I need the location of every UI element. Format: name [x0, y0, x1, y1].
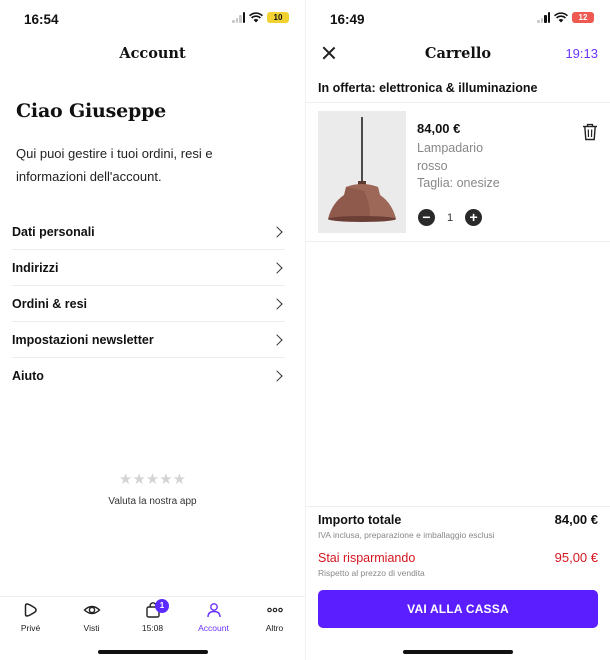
quantity-stepper: − 1 + [418, 209, 483, 226]
order-summary: Importo totale 84,00 € IVA inclusa, prep… [318, 512, 598, 578]
divider [306, 241, 610, 242]
total-row: Importo totale 84,00 € [318, 512, 598, 527]
status-bar: 16:49 12 [306, 0, 610, 36]
total-note: IVA inclusa, preparazione e imballaggio … [318, 530, 495, 540]
saving-value: 95,00 € [554, 550, 598, 565]
increase-quantity-button[interactable]: + [465, 209, 483, 226]
status-bar: 16:54 10 [0, 0, 305, 36]
chevron-right-icon [271, 333, 283, 346]
product-name: Lampadario [417, 141, 484, 155]
battery-icon: 10 [267, 12, 289, 23]
tab-bar: Privé Visti 1 15:08 Account Altro [0, 596, 305, 636]
saving-label: Stai risparmiando [318, 551, 416, 565]
saving-note: Rispetto al prezzo di vendita [318, 568, 425, 578]
menu-item-personal-data[interactable]: Dati personali [12, 214, 285, 250]
menu-item-newsletter-settings[interactable]: Impostazioni newsletter [12, 322, 285, 358]
account-screen: 16:54 10 Account Ciao Giuseppe Qui puoi … [0, 0, 305, 660]
wifi-icon [554, 12, 568, 23]
cart-item: 84,00 € Lampadario rosso Taglia: onesize… [318, 111, 598, 233]
tab-label: 15:08 [141, 623, 164, 633]
decrease-quantity-button[interactable]: − [418, 209, 435, 226]
greeting-heading: Ciao Giuseppe [16, 100, 167, 122]
battery-icon: 12 [572, 12, 594, 23]
account-menu: Dati personali Indirizzi Ordini & resi I… [12, 214, 285, 394]
divider [306, 102, 610, 103]
home-indicator[interactable] [97, 650, 208, 654]
status-icons: 10 [232, 12, 289, 23]
menu-item-orders-returns[interactable]: Ordini & resi [12, 286, 285, 322]
signal-icon [537, 12, 550, 23]
menu-item-label: Impostazioni newsletter [12, 332, 154, 347]
tab-label: Privé [20, 623, 41, 633]
wifi-icon [249, 12, 263, 23]
tab-label: Visti [83, 623, 100, 633]
total-value: 84,00 € [554, 512, 598, 527]
cart-screen: 16:49 12 Carrello 19:13 In offerta: elet… [305, 0, 610, 660]
person-icon [206, 603, 221, 618]
app-rating: ★★★★★ Valuta la nostra app [0, 470, 305, 507]
rating-label: Valuta la nostra app [108, 496, 197, 507]
signal-icon [232, 12, 245, 23]
chevron-right-icon [271, 370, 283, 382]
chevron-right-icon [271, 297, 283, 310]
product-image[interactable] [318, 111, 406, 233]
page-title: Carrello [424, 45, 492, 62]
status-icons: 12 [537, 12, 594, 23]
more-dots-icon [266, 607, 283, 613]
menu-item-label: Dati personali [12, 224, 95, 239]
menu-item-help[interactable]: Aiuto [12, 358, 285, 394]
saving-row: Stai risparmiando 95,00 € [318, 550, 598, 565]
eye-icon [82, 605, 101, 615]
tab-seen[interactable]: Visti [61, 601, 122, 636]
divider [306, 506, 610, 507]
tab-label: Account [198, 623, 229, 633]
checkout-button[interactable]: VAI ALLA CASSA [318, 590, 598, 628]
section-title: In offerta: elettronica & illuminazione [318, 81, 538, 95]
prive-play-icon [24, 603, 37, 617]
total-label: Importo totale [318, 513, 402, 527]
cart-count-badge: 1 [155, 599, 169, 613]
status-time: 16:49 [330, 12, 365, 27]
product-info: 84,00 € Lampadario rosso Taglia: onesize [417, 121, 500, 193]
quantity-value: 1 [447, 211, 454, 224]
trash-icon[interactable] [582, 123, 598, 141]
pendant-lamp-image [318, 111, 406, 233]
menu-item-label: Ordini & resi [12, 296, 88, 311]
product-size: Taglia: onesize [417, 176, 500, 190]
intro-text: Qui puoi gestire i tuoi ordini, resi e i… [16, 146, 213, 184]
menu-item-label: Indirizzi [12, 260, 59, 275]
menu-item-addresses[interactable]: Indirizzi [12, 250, 285, 286]
menu-item-label: Aiuto [12, 369, 44, 383]
page-title: Account [119, 45, 186, 62]
home-indicator[interactable] [403, 650, 513, 654]
cart-timer: 19:13 [565, 46, 598, 61]
chevron-right-icon [271, 261, 283, 274]
chevron-right-icon [271, 225, 283, 238]
tab-prive[interactable]: Privé [0, 601, 61, 636]
rating-stars[interactable]: ★★★★★ [0, 470, 305, 488]
status-time: 16:54 [24, 12, 59, 27]
product-color: rosso [417, 158, 448, 173]
tab-label: Altro [265, 623, 284, 633]
tab-cart[interactable]: 1 15:08 [122, 599, 183, 636]
tab-account[interactable]: Account [183, 601, 244, 636]
tab-more[interactable]: Altro [244, 601, 305, 636]
product-price: 84,00 € [417, 121, 461, 136]
